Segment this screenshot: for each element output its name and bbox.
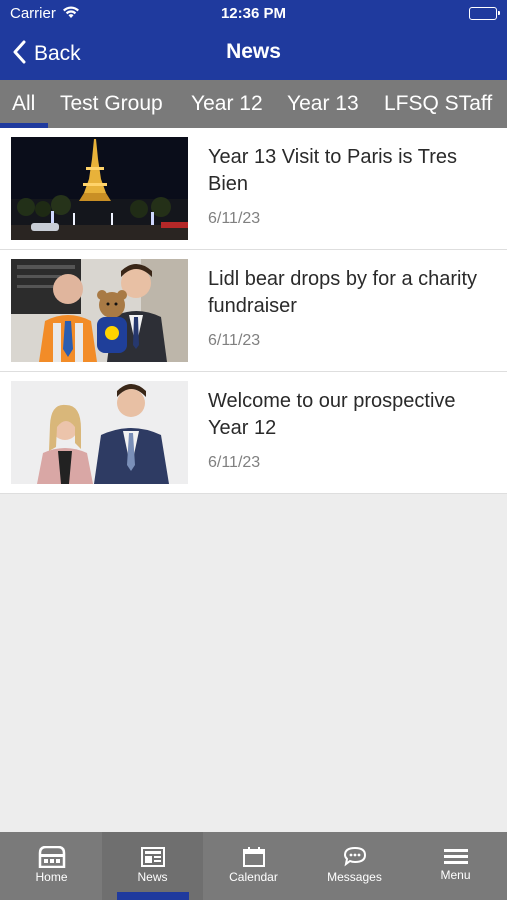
tab-bar-messages-label: Messages bbox=[327, 870, 382, 884]
tab-bar-messages[interactable]: Messages bbox=[304, 832, 405, 900]
news-date: 6/11/23 bbox=[208, 332, 261, 349]
tab-year-13[interactable]: Year 13 bbox=[287, 80, 359, 128]
news-item[interactable]: Welcome to our prospective Year 12 6/11/… bbox=[0, 372, 507, 494]
tab-lfsq-staff[interactable]: LFSQ STaff bbox=[384, 80, 492, 128]
menu-icon bbox=[405, 846, 506, 868]
tab-bar-calendar[interactable]: Calendar bbox=[203, 832, 304, 900]
news-list: Year 13 Visit to Paris is Tres Bien 6/11… bbox=[0, 128, 507, 494]
battery-icon bbox=[469, 7, 500, 20]
tab-bar-menu[interactable]: Menu bbox=[405, 832, 506, 900]
home-icon bbox=[1, 846, 102, 868]
page-title: News bbox=[226, 40, 281, 63]
news-item[interactable]: Year 13 Visit to Paris is Tres Bien 6/11… bbox=[0, 128, 507, 250]
news-date: 6/11/23 bbox=[208, 454, 261, 471]
category-tabs: All Test Group Year 12 Year 13 LFSQ STaf… bbox=[0, 80, 507, 128]
messages-icon bbox=[304, 846, 405, 868]
tab-bar-news-label: News bbox=[137, 870, 168, 884]
news-thumbnail-welcome-photo bbox=[11, 381, 188, 484]
tab-all[interactable]: All bbox=[12, 80, 35, 128]
tab-year-12[interactable]: Year 12 bbox=[191, 80, 263, 128]
news-item[interactable]: Lidl bear drops by for a charity fundrai… bbox=[0, 250, 507, 372]
nav-bar: Back News bbox=[0, 28, 507, 80]
status-bar: Carrier 12:36 PM bbox=[0, 0, 507, 28]
news-thumbnail-eiffel-tower bbox=[11, 137, 188, 240]
news-date: 6/11/23 bbox=[208, 210, 261, 227]
tab-bar-menu-label: Menu bbox=[440, 868, 471, 882]
news-icon bbox=[102, 846, 203, 868]
tab-test-group[interactable]: Test Group bbox=[60, 80, 163, 128]
tab-bar-home-label: Home bbox=[35, 870, 68, 884]
calendar-icon bbox=[203, 846, 304, 868]
tab-bar-news[interactable]: News bbox=[102, 832, 203, 900]
tab-bar-calendar-label: Calendar bbox=[229, 870, 278, 884]
tab-bar-home[interactable]: Home bbox=[1, 832, 102, 900]
news-title: Lidl bear drops by for a charity fundrai… bbox=[208, 268, 478, 317]
bottom-tab-bar: Home News Calendar Messages Menu bbox=[0, 832, 507, 900]
news-title: Year 13 Visit to Paris is Tres Bien bbox=[208, 146, 458, 195]
status-time: 12:36 PM bbox=[220, 5, 287, 22]
news-title: Welcome to our prospective Year 12 bbox=[208, 390, 456, 439]
news-thumbnail-bear-photo bbox=[11, 259, 188, 362]
tab-bar-selected-indicator bbox=[117, 892, 189, 900]
